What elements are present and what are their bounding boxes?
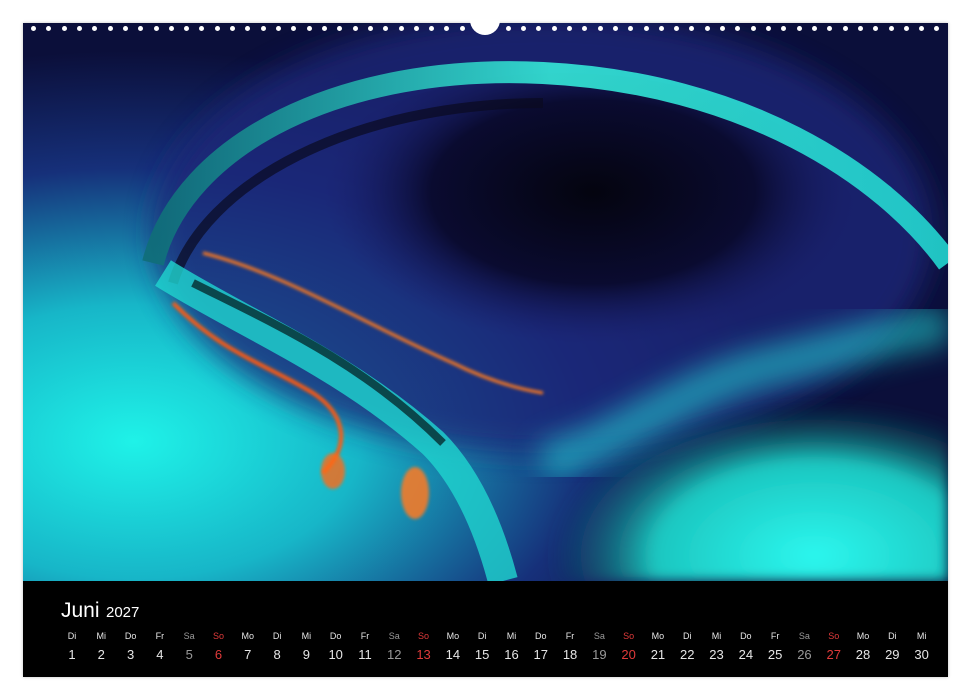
weekday-label: Fr bbox=[155, 631, 165, 641]
day-cell: Mi 16 bbox=[498, 629, 524, 662]
day-number: 27 bbox=[826, 647, 841, 662]
weekday-label: Do bbox=[329, 631, 342, 641]
day-cell: Di 15 bbox=[469, 629, 495, 662]
calendar-strip: Juni 2027 Di 1 Mi 2 Do 3 Fr 4 Sa 5 So 6 Mo 7 Di 8 Mi 9 Do 1… bbox=[23, 583, 948, 677]
day-number: 12 bbox=[387, 647, 402, 662]
day-number: 23 bbox=[709, 647, 724, 662]
month-title: Juni 2027 bbox=[61, 599, 139, 623]
weekday-label: Mo bbox=[446, 631, 460, 641]
day-cell: Do 24 bbox=[733, 629, 759, 662]
weekday-label: Di bbox=[682, 631, 692, 641]
day-cell: Fr 18 bbox=[557, 629, 583, 662]
day-cell: Fr 4 bbox=[147, 629, 173, 662]
day-cell: Di 8 bbox=[264, 629, 290, 662]
weekday-label: Fr bbox=[565, 631, 575, 641]
weekday-label: So bbox=[418, 631, 430, 641]
day-number: 6 bbox=[214, 647, 223, 662]
day-number: 19 bbox=[592, 647, 607, 662]
day-number: 16 bbox=[504, 647, 519, 662]
day-cell: So 20 bbox=[616, 629, 642, 662]
day-number: 9 bbox=[302, 647, 310, 662]
weekday-label: Mi bbox=[96, 631, 107, 641]
day-cell: Mo 7 bbox=[235, 629, 261, 662]
day-number: 24 bbox=[738, 647, 754, 662]
day-number: 13 bbox=[416, 647, 431, 662]
day-cell: Di 22 bbox=[674, 629, 700, 662]
day-number: 21 bbox=[650, 647, 666, 662]
day-number: 3 bbox=[126, 647, 135, 662]
weekday-label: So bbox=[623, 631, 635, 641]
day-number: 22 bbox=[680, 647, 695, 662]
weekday-label: So bbox=[828, 631, 840, 641]
weekday-label: Di bbox=[477, 631, 487, 641]
day-number: 2 bbox=[97, 647, 105, 662]
day-cell: Sa 26 bbox=[791, 629, 817, 662]
weekday-label: Sa bbox=[388, 631, 400, 641]
weekday-label: Do bbox=[740, 631, 752, 641]
day-number: 20 bbox=[621, 647, 636, 662]
weekday-label: Do bbox=[124, 631, 137, 641]
fractal-artwork bbox=[23, 23, 948, 581]
day-cell: Sa 12 bbox=[381, 629, 407, 662]
day-cell: Do 3 bbox=[118, 629, 144, 662]
day-cell: Sa 5 bbox=[176, 629, 202, 662]
day-cell: Di 29 bbox=[879, 629, 905, 662]
days-row: Di 1 Mi 2 Do 3 Fr 4 Sa 5 So 6 Mo 7 Di 8 Mi 9 Do 10 Fr 11 Sa 12 S… bbox=[59, 629, 935, 662]
day-cell: Fr 11 bbox=[352, 629, 378, 662]
weekday-label: Mo bbox=[856, 631, 870, 641]
day-cell: Sa 19 bbox=[586, 629, 612, 662]
day-cell: Mi 30 bbox=[909, 629, 935, 662]
weekday-label: Mi bbox=[301, 631, 312, 641]
weekday-label: Do bbox=[534, 631, 547, 641]
day-number: 30 bbox=[914, 647, 929, 662]
weekday-label: Di bbox=[888, 631, 897, 641]
weekday-label: Mo bbox=[241, 631, 255, 641]
weekday-label: So bbox=[212, 631, 224, 641]
day-number: 15 bbox=[474, 647, 490, 662]
weekday-label: Sa bbox=[183, 631, 195, 641]
day-cell: Do 17 bbox=[528, 629, 554, 662]
day-number: 28 bbox=[855, 647, 871, 662]
weekday-label: Di bbox=[272, 631, 282, 641]
day-number: 26 bbox=[797, 647, 812, 662]
day-cell: Mo 28 bbox=[850, 629, 876, 662]
day-cell: So 13 bbox=[411, 629, 437, 662]
weekday-label: Fr bbox=[770, 631, 780, 641]
day-cell: Mi 9 bbox=[293, 629, 319, 662]
weekday-label: Mi bbox=[506, 631, 517, 641]
day-cell: Fr 25 bbox=[762, 629, 788, 662]
day-cell: Do 10 bbox=[323, 629, 349, 662]
day-cell: So 6 bbox=[205, 629, 231, 662]
day-number: 10 bbox=[328, 647, 343, 662]
day-number: 7 bbox=[244, 647, 252, 662]
day-number: 4 bbox=[156, 647, 164, 662]
day-number: 1 bbox=[68, 647, 76, 662]
day-cell: Di 1 bbox=[59, 629, 85, 662]
weekday-label: Mi bbox=[711, 631, 722, 641]
weekday-label: Sa bbox=[798, 631, 810, 641]
weekday-label: Fr bbox=[360, 631, 370, 641]
day-number: 11 bbox=[358, 647, 372, 662]
weekday-label: Mi bbox=[916, 631, 927, 641]
weekday-label: Sa bbox=[593, 631, 605, 641]
day-number: 18 bbox=[562, 647, 578, 662]
weekday-label: Di bbox=[67, 631, 77, 641]
day-number: 29 bbox=[885, 647, 900, 662]
day-number: 17 bbox=[533, 647, 548, 662]
day-number: 25 bbox=[767, 647, 783, 662]
day-cell: Mi 2 bbox=[88, 629, 114, 662]
day-cell: Mo 21 bbox=[645, 629, 671, 662]
day-number: 8 bbox=[273, 647, 281, 662]
day-number: 14 bbox=[445, 647, 461, 662]
weekday-label: Mo bbox=[651, 631, 665, 641]
month-name: Juni bbox=[61, 599, 100, 622]
day-cell: Mo 14 bbox=[440, 629, 466, 662]
day-number: 5 bbox=[185, 647, 193, 662]
day-cell: Mi 23 bbox=[704, 629, 730, 662]
day-cell: So 27 bbox=[821, 629, 847, 662]
month-year: 2027 bbox=[105, 604, 140, 621]
